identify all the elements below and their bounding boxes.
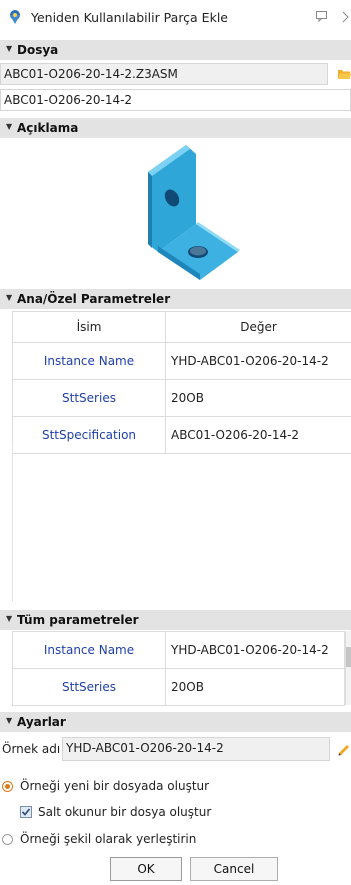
param-value[interactable]: YHD-ABC01-O206-20-14-2 [165, 631, 345, 669]
collapse-arrow-icon: ▼ [6, 44, 13, 53]
collapse-arrow-icon: ▼ [6, 293, 13, 302]
instance-name-label: Örnek adı [2, 742, 61, 756]
scrollbar-thumb[interactable] [346, 647, 351, 667]
collapse-arrow-icon: ▼ [6, 614, 13, 623]
collapse-arrow-icon: ▼ [6, 716, 13, 725]
instance-name-field[interactable]: YHD-ABC01-O206-20-14-2 [62, 737, 330, 761]
edit-pencil-icon[interactable] [336, 741, 351, 756]
section-description-header[interactable]: ▼ Açıklama [0, 118, 351, 138]
table-row[interactable]: Instance Name YHD-ABC01-O206-20-14-2 [12, 342, 351, 380]
param-name: SttSeries [12, 668, 166, 706]
param-value[interactable]: 20OB [165, 379, 351, 417]
folder-open-icon[interactable] [337, 67, 351, 80]
title-bar: Yeniden Kullanılabilir Parça Ekle [0, 0, 351, 34]
main-params-table: İsim Değer Instance Name YHD-ABC01-O206-… [12, 311, 351, 454]
param-name: SttSeries [12, 379, 166, 417]
section-all-params-header[interactable]: ▼ Tüm parametreler [0, 610, 351, 630]
column-header-name[interactable]: İsim [12, 311, 166, 343]
param-value[interactable]: YHD-ABC01-O206-20-14-2 [165, 342, 351, 380]
expand-icon[interactable] [341, 9, 351, 23]
params-empty-area [12, 442, 351, 602]
file-name-field[interactable]: ABC01-O206-20-14-2 [0, 89, 351, 111]
section-main-params-header[interactable]: ▼ Ana/Özel Parametreler [0, 289, 351, 309]
part-preview-image [148, 145, 240, 280]
radio-new-file[interactable] [2, 781, 13, 792]
all-params-table: Instance Name YHD-ABC01-O206-20-14-2 Stt… [12, 631, 345, 706]
table-header-row: İsim Değer [12, 311, 351, 343]
table-row[interactable]: SttSeries 20OB [12, 379, 351, 417]
comment-icon[interactable] [315, 9, 329, 23]
radio-place-shape[interactable] [2, 834, 13, 845]
param-name: Instance Name [12, 342, 166, 380]
cancel-button[interactable]: Cancel [190, 857, 278, 881]
section-settings-header[interactable]: ▼ Ayarlar [0, 712, 351, 732]
checkmark-icon [21, 808, 31, 816]
window-title: Yeniden Kullanılabilir Parça Ekle [31, 10, 228, 25]
option-new-file-label[interactable]: Örneği yeni bir dosyada oluştur [20, 779, 209, 793]
ok-button[interactable]: OK [110, 857, 182, 881]
param-name: Instance Name [12, 631, 166, 669]
table-row[interactable]: Instance Name YHD-ABC01-O206-20-14-2 [12, 631, 345, 669]
option-readonly-label[interactable]: Salt okunur bir dosya oluştur [38, 805, 211, 819]
checkbox-readonly[interactable] [20, 806, 32, 818]
section-file-header[interactable]: ▼ Dosya [0, 40, 351, 60]
app-icon [10, 10, 20, 24]
param-value[interactable]: 20OB [165, 668, 345, 706]
column-header-value[interactable]: Değer [165, 311, 351, 343]
scrollbar[interactable] [345, 631, 351, 705]
collapse-arrow-icon: ▼ [6, 122, 13, 131]
option-place-shape-label[interactable]: Örneği şekil olarak yerleştirin [20, 832, 196, 846]
file-path-field[interactable]: ABC01-O206-20-14-2.Z3ASM [0, 63, 328, 85]
table-row[interactable]: SttSeries 20OB [12, 668, 345, 706]
